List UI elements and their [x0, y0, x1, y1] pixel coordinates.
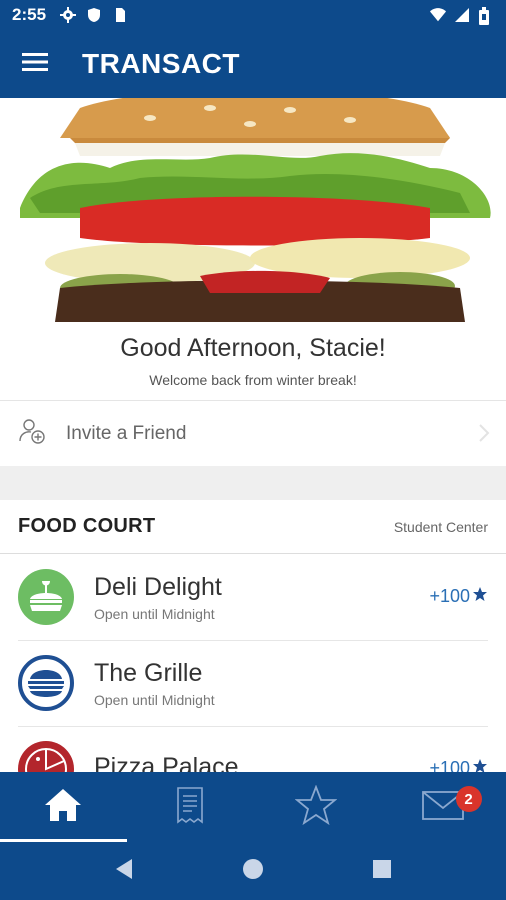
- points-value: +100: [429, 758, 470, 772]
- status-bar: 2:55: [0, 0, 506, 30]
- list-item[interactable]: The Grille Open until Midnight: [0, 640, 506, 726]
- back-icon[interactable]: [114, 858, 134, 885]
- restaurant-name: Pizza Palace: [94, 752, 239, 773]
- settings-icon: [60, 7, 77, 23]
- add-person-icon: [18, 417, 46, 450]
- restaurant-hours: Open until Midnight: [94, 691, 215, 708]
- shield-icon: [86, 7, 102, 23]
- sim-card-icon: [112, 7, 128, 23]
- star-icon: [472, 758, 488, 772]
- status-time: 2:55: [12, 5, 47, 24]
- recents-icon[interactable]: [372, 859, 392, 884]
- invite-friend-label: Invite a Friend: [66, 422, 187, 444]
- points-reward: +100: [429, 586, 488, 607]
- restaurant-list: Deli Delight Open until Midnight +100 Th…: [0, 554, 506, 772]
- food-court-header: FOOD COURT Student Center: [0, 500, 506, 554]
- star-outline-icon: [294, 783, 338, 830]
- burger-icon: [18, 655, 74, 711]
- home-button-icon[interactable]: [242, 858, 264, 885]
- bottom-navigation: 2: [0, 772, 506, 842]
- messages-badge: 2: [455, 786, 482, 812]
- receipt-icon: [172, 785, 208, 830]
- hamburger-menu-icon: [22, 52, 48, 77]
- cell-signal-icon: [454, 7, 470, 23]
- restaurant-name: The Grille: [94, 658, 203, 687]
- wifi-icon: [430, 7, 446, 23]
- home-icon: [43, 785, 83, 830]
- chevron-right-icon: [478, 423, 490, 448]
- app-bar: TRANSACT: [0, 30, 506, 98]
- app-title: TRANSACT: [82, 48, 240, 79]
- greeting-subtitle: Welcome back from winter break!: [149, 372, 357, 388]
- hero-burger-image: [0, 98, 506, 322]
- section-divider: [0, 466, 506, 500]
- system-navigation-bar: [0, 842, 506, 900]
- greeting-title: Good Afternoon, Stacie!: [120, 334, 386, 362]
- points-reward: +100: [429, 758, 488, 772]
- tab-home[interactable]: [0, 772, 127, 842]
- battery-icon: [478, 7, 494, 25]
- list-item[interactable]: Deli Delight Open until Midnight +100: [0, 554, 506, 640]
- menu-button[interactable]: [0, 30, 70, 98]
- section-location: Student Center: [393, 518, 488, 535]
- pizza-icon: [18, 741, 74, 772]
- restaurant-hours: Open until Midnight: [94, 605, 215, 622]
- tab-messages[interactable]: 2: [380, 772, 506, 842]
- section-title: FOOD COURT: [18, 515, 156, 537]
- invite-friend-row[interactable]: Invite a Friend: [0, 400, 506, 466]
- tab-receipts[interactable]: [127, 772, 254, 842]
- restaurant-name: Deli Delight: [94, 572, 222, 601]
- points-value: +100: [429, 586, 470, 606]
- star-icon: [472, 586, 488, 607]
- list-item[interactable]: Pizza Palace +100: [0, 726, 506, 772]
- sandwich-icon: [18, 569, 74, 625]
- tab-favorites[interactable]: [253, 772, 380, 842]
